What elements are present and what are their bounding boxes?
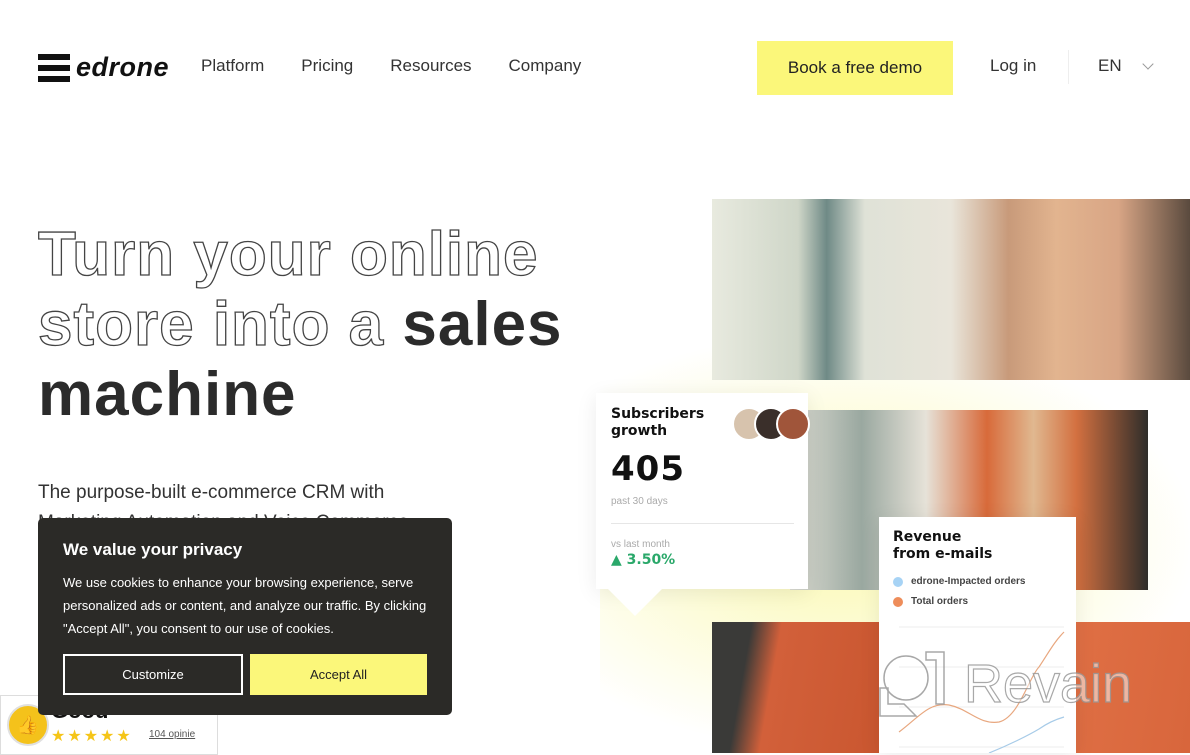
hero-photo-woman-smiling	[712, 199, 1190, 380]
headline-line1: Turn your online	[37, 219, 539, 289]
divider	[611, 523, 794, 524]
subscribers-value: 405	[611, 449, 685, 489]
legend-dot-orange	[893, 596, 903, 607]
legend-label: Total orders	[911, 596, 969, 607]
cookie-consent-banner: We value your privacy We use cookies to …	[38, 518, 452, 715]
card-title: Subscribers growth	[611, 406, 705, 439]
change-percentage: ▲ 3.50%	[611, 552, 676, 568]
hero-headline: Turn your online store into a sales mach…	[37, 219, 563, 430]
avatar-group	[732, 407, 810, 441]
legend-dot-blue	[893, 576, 903, 587]
star-icon: ★	[83, 728, 99, 745]
chevron-down-icon	[1141, 58, 1154, 70]
headline-line2: store into a	[37, 289, 403, 359]
title-line2: from e-mails	[893, 546, 993, 562]
edrone-logo[interactable]: edrone	[38, 52, 169, 83]
cookie-title: We value your privacy	[63, 540, 243, 559]
title-line1: Revenue	[893, 529, 962, 545]
subtitle-line1: The purpose-built e-commerce CRM with	[38, 482, 385, 503]
nav-platform[interactable]: Platform	[201, 56, 264, 76]
star-icon: ★	[116, 728, 131, 745]
revain-watermark: Revain	[876, 648, 1133, 720]
legend-item-total: Total orders	[893, 596, 968, 607]
card-title: Revenue from e-mails	[893, 529, 992, 563]
avatar	[776, 407, 810, 441]
star-icon: ★	[100, 728, 115, 745]
nav-resources[interactable]: Resources	[390, 56, 471, 76]
legend-label: edrone-Impacted orders	[911, 576, 1026, 587]
impacted-orders-line	[988, 716, 1065, 753]
watermark-text: Revain	[963, 653, 1133, 714]
nav-pricing[interactable]: Pricing	[301, 56, 353, 76]
card-pointer	[608, 589, 662, 616]
star-icon: ★	[51, 728, 66, 745]
reviews-count-link[interactable]: 104 opinie	[149, 729, 195, 740]
login-link[interactable]: Log in	[990, 56, 1036, 76]
compare-label: vs last month	[611, 539, 670, 550]
nav-divider	[1068, 50, 1069, 84]
cookie-body: We use cookies to enhance your browsing …	[63, 575, 427, 636]
legend-item-impacted: edrone-Impacted orders	[893, 576, 1025, 587]
language-label: EN	[1098, 56, 1122, 75]
star-icon: ★	[67, 728, 82, 745]
star-rating: ★ ★ ★ ★ ★	[51, 726, 131, 746]
subscribers-growth-card: Subscribers growth 405 past 30 days vs l…	[596, 393, 810, 589]
accept-all-button[interactable]: Accept All	[250, 654, 427, 695]
headline-emphasis-sales: sales	[402, 290, 563, 359]
period-label: past 30 days	[611, 496, 668, 507]
book-demo-button[interactable]: Book a free demo	[757, 41, 953, 95]
main-nav: Platform Pricing Resources Company	[201, 56, 581, 76]
customize-button[interactable]: Customize	[63, 654, 243, 695]
revain-logo-icon	[879, 651, 945, 717]
logo-text: edrone	[76, 52, 170, 82]
menu-bars-icon	[38, 53, 70, 82]
language-selector[interactable]: EN	[1098, 56, 1154, 76]
headline-emphasis-machine: machine	[38, 360, 297, 429]
nav-company[interactable]: Company	[509, 56, 582, 76]
